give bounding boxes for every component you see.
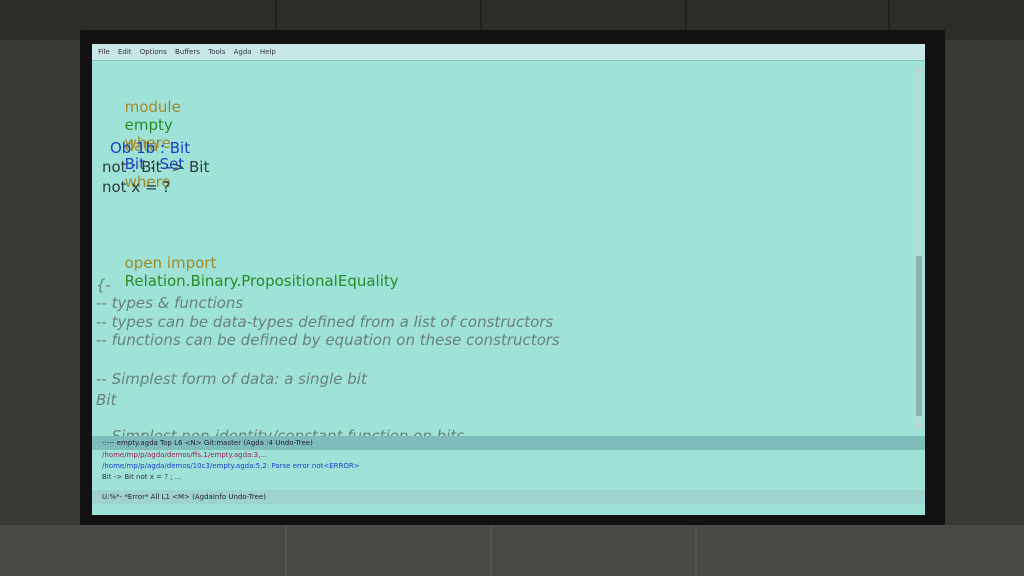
code-line: Ob 1b : Bit <box>110 139 191 157</box>
mode-line: -:--- empty.agda Top L6 <N> Git:master (… <box>92 436 925 450</box>
menu-tools[interactable]: Tools <box>208 48 225 56</box>
wall-bottom <box>0 525 1024 576</box>
code-line: not x = ? <box>102 178 171 196</box>
keyword-module: module <box>124 98 181 116</box>
code-line: not : Bit -> Bit <box>102 158 210 176</box>
menu-options[interactable]: Options <box>140 48 167 56</box>
code-line: -- functions can be defined by equation … <box>96 331 560 349</box>
keyword-open-import: open import <box>124 254 217 272</box>
error-path-line[interactable]: /home/mp/p/agda/demos/ffs.1/empty.agda:3… <box>102 450 925 461</box>
wall-seam <box>490 525 492 576</box>
menu-buffers[interactable]: Buffers <box>175 48 200 56</box>
code-line: -- types can be data-types defined from … <box>96 313 554 331</box>
scrollbar-thumb[interactable] <box>916 256 922 416</box>
wall-seam <box>285 525 287 576</box>
error-message-line[interactable]: /home/mp/p/agda/demos/10c3/empty.agda:5,… <box>102 461 925 472</box>
menu-agda[interactable]: Agda <box>234 48 252 56</box>
emacs-window: File Edit Options Buffers Tools Agda Hel… <box>92 44 925 515</box>
menu-bar: File Edit Options Buffers Tools Agda Hel… <box>92 44 925 61</box>
imported-module: Relation.Binary.PropositionalEquality <box>124 272 399 290</box>
menu-file[interactable]: File <box>98 48 110 56</box>
code-line: Bit <box>96 391 117 409</box>
vertical-scrollbar[interactable] <box>916 66 922 430</box>
error-mode-line: U:%*- *Error* All L1 <M> (AgdaInfo Undo-… <box>92 490 925 504</box>
menu-edit[interactable]: Edit <box>118 48 132 56</box>
error-context-line: Bit -> Bit not x = ? ; ... <box>102 473 182 481</box>
menu-help[interactable]: Help <box>260 48 276 56</box>
code-line: -- types & functions <box>96 294 244 312</box>
code-line: {- <box>96 276 111 294</box>
agda-info-buffer: /home/mp/p/agda/demos/ffs.1/empty.agda:3… <box>92 450 925 490</box>
code-editor[interactable]: module empty where data Bit : Set where … <box>96 64 908 445</box>
wall-seam <box>695 525 697 576</box>
code-line: -- Simplest form of data: a single bit <box>96 370 367 388</box>
